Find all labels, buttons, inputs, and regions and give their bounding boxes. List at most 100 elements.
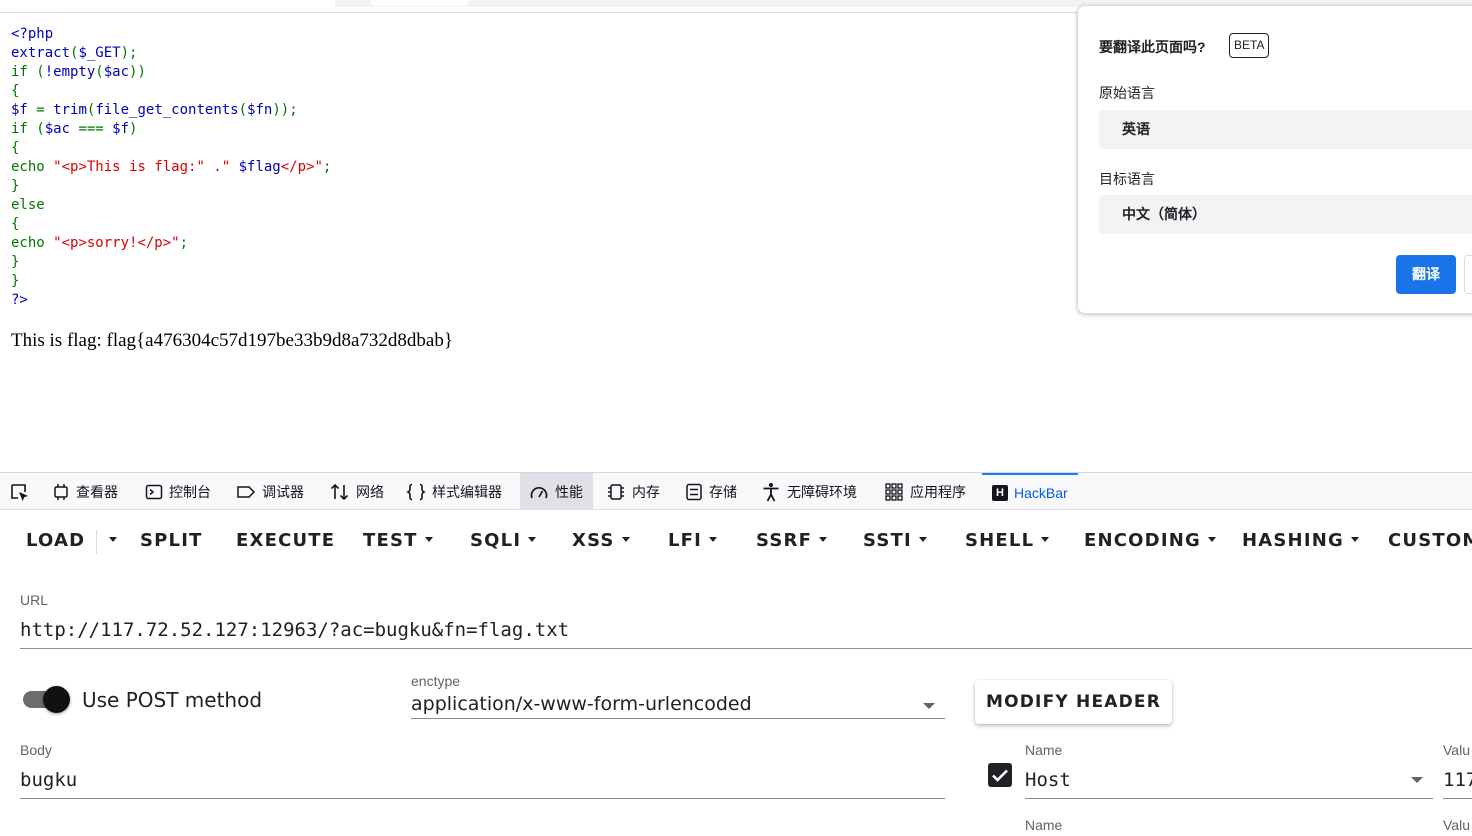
body-input[interactable]: bugku: [20, 769, 77, 791]
code-line: {: [11, 82, 331, 101]
code-line: ?>: [11, 291, 331, 310]
translate-button[interactable]: 翻译: [1396, 255, 1456, 294]
code-token: {: [11, 216, 20, 232]
code-line: {: [11, 139, 331, 158]
code-line: }: [11, 253, 331, 272]
code-token: if (: [11, 121, 45, 137]
code-token: }: [11, 254, 20, 270]
caret-down-icon: [1041, 537, 1050, 542]
tab-console[interactable]: 控制台: [145, 473, 211, 510]
tab-label: HackBar: [1014, 484, 1068, 501]
code-token: }: [11, 273, 20, 289]
menu-shell[interactable]: SHELL: [965, 520, 1050, 562]
code-token: ?>: [11, 292, 28, 308]
code-token: ): [129, 121, 138, 137]
caret-down-icon: [918, 537, 927, 542]
checkmark-icon: [992, 769, 1008, 782]
code-line: <?php: [11, 25, 331, 44]
body-label: Body: [20, 742, 52, 758]
tab-label: 控制台: [169, 483, 211, 500]
code-token: ;: [322, 159, 332, 175]
code-token: ;: [179, 235, 189, 251]
tab-debugger[interactable]: 调试器: [236, 473, 304, 510]
debugger-icon: [237, 485, 256, 498]
header-value-underline: [1443, 798, 1472, 799]
menu-xss[interactable]: XSS: [572, 520, 630, 562]
header-name-input[interactable]: Host: [1025, 769, 1071, 791]
active-tab[interactable]: [371, 0, 468, 6]
tab-performance[interactable]: 性能: [520, 473, 593, 510]
code-line: if ($ac === $f): [11, 120, 331, 139]
url-label: URL: [20, 592, 49, 608]
tab-label: 存储: [709, 483, 737, 500]
menu-load-dropdown[interactable]: [102, 520, 117, 562]
menu-execute[interactable]: EXECUTE: [236, 520, 335, 562]
element-picker-icon[interactable]: [9, 482, 31, 504]
header-name-underline: [1025, 798, 1433, 799]
code-line: $f = trim(file_get_contents($fn));: [11, 101, 331, 120]
enctype-select[interactable]: application/x-www-form-urlencoded: [411, 693, 752, 715]
caret-down-icon: [621, 537, 630, 542]
source-language-select[interactable]: 英语: [1099, 110, 1472, 149]
translate-popup-title: 要翻译此页面吗?: [1099, 39, 1206, 55]
tab-memory[interactable]: 内存: [606, 473, 660, 510]
code-token: "<p>sorry!</p>": [53, 235, 180, 251]
tab-application[interactable]: 应用程序: [884, 473, 966, 510]
tab-hackbar[interactable]: H HackBar: [982, 473, 1078, 510]
menu-load[interactable]: LOAD: [26, 520, 85, 562]
tab-label: 应用程序: [910, 483, 966, 500]
post-method-label: Use POST method: [82, 688, 263, 712]
caret-down-icon: [1207, 537, 1216, 542]
tab-style-editor[interactable]: 样式编辑器: [406, 473, 502, 510]
beta-badge: BETA: [1229, 33, 1270, 58]
target-language-select[interactable]: 中文（简体）: [1099, 195, 1472, 234]
code-token: $_GET: [78, 45, 121, 61]
code-line: else: [11, 196, 331, 215]
target-language-label: 目标语言: [1099, 171, 1155, 187]
menu-encoding[interactable]: ENCODING: [1084, 520, 1216, 562]
console-icon: [145, 484, 163, 499]
header-name-label: Name: [1025, 817, 1063, 833]
menu-ssti[interactable]: SSTI: [863, 520, 927, 562]
body-underline: [20, 798, 945, 799]
menu-custom[interactable]: CUSTOM: [1388, 520, 1472, 562]
menu-hashing[interactable]: HASHING: [1242, 520, 1359, 562]
code-token: );: [120, 45, 138, 61]
hackbar-menu: LOAD SPLIT EXECUTE TEST SQLI XSS LFI SSR…: [0, 520, 1472, 562]
caret-down-icon: [528, 537, 537, 542]
inspector-icon: [54, 483, 68, 500]
caret-down-icon: [1350, 537, 1359, 542]
tab-accessibility[interactable]: 无障碍环境: [761, 473, 857, 510]
menu-sqli[interactable]: SQLI: [470, 520, 537, 562]
code-token: $ac: [44, 121, 79, 137]
code-token: }: [11, 178, 20, 194]
menu-lfi[interactable]: LFI: [668, 520, 718, 562]
tab-network[interactable]: 网络: [330, 473, 384, 510]
source-language-label: 原始语言: [1099, 85, 1155, 101]
code-token: $f: [11, 102, 37, 118]
header-value-input[interactable]: 117: [1443, 769, 1472, 791]
post-toggle-knob[interactable]: [43, 686, 70, 713]
header-value-label: Valu: [1443, 817, 1470, 833]
app-grid-icon: [885, 482, 903, 501]
caret-down-icon: [109, 537, 117, 542]
code-token: <?php: [11, 26, 54, 42]
dropdown-arrow-icon[interactable]: [923, 703, 935, 709]
code-token: extract: [11, 45, 71, 61]
code-line: echo "<p>This is flag:" ." $flag</p>";: [11, 158, 331, 177]
tab-inspector[interactable]: 查看器: [52, 473, 118, 510]
header-enabled-checkbox[interactable]: [988, 763, 1012, 787]
menu-ssrf[interactable]: SSRF: [756, 520, 828, 562]
tab-label: 性能: [555, 483, 583, 500]
code-token: (: [238, 102, 248, 118]
url-underline: [20, 648, 1472, 649]
secondary-popup-button[interactable]: [1464, 255, 1472, 294]
menu-test[interactable]: TEST: [363, 520, 433, 562]
modify-header-button[interactable]: MODIFY HEADER: [975, 680, 1172, 724]
code-token: (: [95, 64, 104, 80]
code-line: echo "<p>sorry!</p>";: [11, 234, 331, 253]
tab-storage[interactable]: 存储: [685, 473, 737, 510]
dropdown-arrow-icon[interactable]: [1411, 777, 1423, 783]
menu-split[interactable]: SPLIT: [140, 520, 203, 562]
url-input[interactable]: http://117.72.52.127:12963/?ac=bugku&fn=…: [20, 619, 569, 641]
